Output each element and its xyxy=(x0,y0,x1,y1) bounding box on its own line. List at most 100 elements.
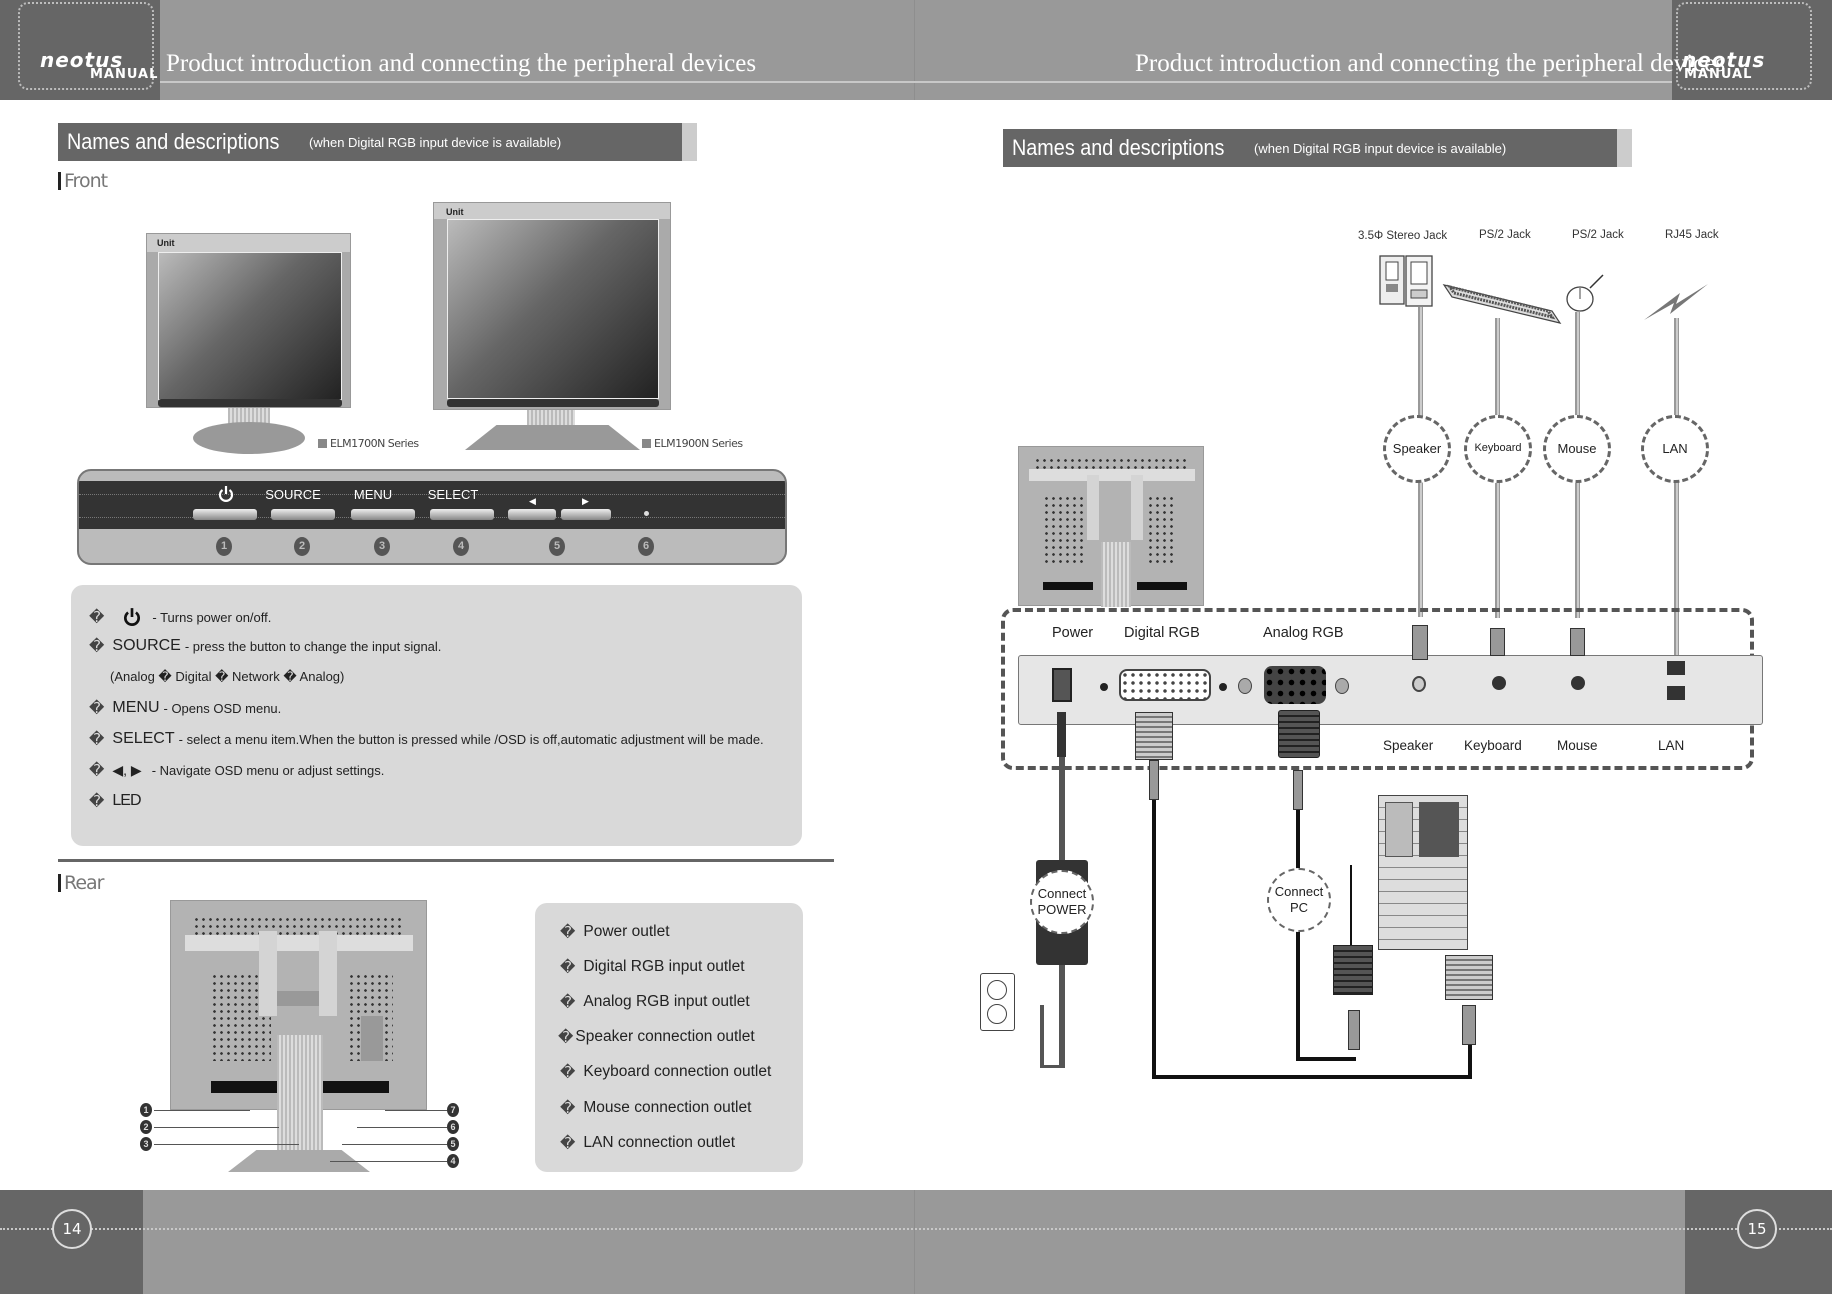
select-button[interactable] xyxy=(430,509,494,520)
monitor-base xyxy=(465,425,640,450)
rear-desc-row: � Analog RGB input outlet xyxy=(560,993,750,1011)
callout-line xyxy=(154,1110,250,1111)
led-indicator xyxy=(644,511,649,516)
monitor-base xyxy=(193,422,305,454)
desc-row-source: � SOURCE - press the button to change th… xyxy=(89,637,442,655)
desc-row-power: � - Turns power on/off. xyxy=(89,608,272,626)
rear-callout-3: 3 xyxy=(140,1137,152,1151)
monitor-elm1700n-image: Unit xyxy=(146,233,351,408)
callout-number: 2 xyxy=(294,537,310,556)
callout-number: 6 xyxy=(638,537,654,556)
callout-line xyxy=(154,1127,279,1128)
jack-label-rj45: RJ45 Jack xyxy=(1665,229,1719,241)
port-label-mouse: Mouse xyxy=(1557,738,1598,753)
lan-port-1 xyxy=(1667,661,1685,675)
keyboard-port xyxy=(1492,676,1506,690)
menu-button[interactable] xyxy=(351,509,415,520)
front-label: Front xyxy=(58,172,108,191)
monitor-caption: ELM1900N Series xyxy=(642,437,743,450)
section-title: Names and descriptions xyxy=(67,129,280,154)
vga-cable xyxy=(1296,810,1300,1060)
port-label-keyboard: Keyboard xyxy=(1464,738,1522,753)
dvi-port xyxy=(1119,669,1211,701)
rear-desc-row: � Speaker connection outlet xyxy=(558,1028,755,1046)
speaker-icon xyxy=(1379,255,1433,307)
desc-row-select: � SELECT - select a menu item.When the b… xyxy=(89,730,764,748)
keyboard-icon xyxy=(1442,284,1562,324)
device-circle-speaker: Speaker xyxy=(1383,415,1451,483)
callout-number: 3 xyxy=(374,537,390,556)
callout-number: 1 xyxy=(216,537,232,556)
section-title-bar-left: Names and descriptions (when Digital RGB… xyxy=(58,123,682,161)
dvi-connector xyxy=(1135,712,1173,760)
mouse-icon xyxy=(1566,274,1604,312)
device-circle-lan: LAN xyxy=(1641,415,1709,483)
desc-row-arrows: � ◀, ▶ - Navigate OSD menu or adjust set… xyxy=(89,761,385,780)
port-label-digital-rgb: Digital RGB xyxy=(1124,625,1200,641)
page-footer xyxy=(0,1190,1832,1294)
left-button[interactable] xyxy=(508,509,556,520)
monitor-elm1900n-image: Unit xyxy=(433,202,671,410)
rear-desc-row: � LAN connection outlet xyxy=(560,1134,736,1152)
rear-desc-row: � Mouse connection outlet xyxy=(560,1099,752,1117)
monitor-brand: Unit xyxy=(157,238,175,248)
jack-label-stereo: 3.5Φ Stereo Jack xyxy=(1358,230,1448,242)
pc-tower-icon xyxy=(1378,795,1468,950)
callout-line xyxy=(342,1144,447,1145)
section-bar-tail xyxy=(1617,129,1632,167)
dvi-plug xyxy=(1149,760,1159,800)
jack-label-ps2-mouse: PS/2 Jack xyxy=(1572,229,1624,241)
page-number-left: 14 xyxy=(52,1209,92,1249)
header-title-right: Product introduction and connecting the … xyxy=(1135,50,1726,77)
rear-callout-1: 1 xyxy=(140,1103,152,1117)
vga-plug xyxy=(1293,770,1303,810)
right-button[interactable] xyxy=(561,509,611,520)
device-circle-keyboard: Keyboard xyxy=(1464,415,1532,483)
port-label-power: Power xyxy=(1052,625,1094,641)
footer-spine xyxy=(914,1190,915,1294)
pc-vga-connector xyxy=(1333,945,1373,995)
device-circle-mouse: Mouse xyxy=(1543,415,1611,483)
desc-row-led: � LED xyxy=(89,792,142,810)
rear-callout-2: 2 xyxy=(140,1120,152,1134)
keyboard-plug xyxy=(1490,628,1505,656)
rear-desc-row: � Keyboard connection outlet xyxy=(560,1063,772,1081)
rear-callout-7: 7 xyxy=(447,1103,459,1117)
connect-pc-circle: Connect PC xyxy=(1267,868,1331,932)
section-bar-tail xyxy=(682,123,697,161)
callout-line xyxy=(330,1161,447,1162)
power-button[interactable] xyxy=(193,509,257,520)
power-icon xyxy=(218,486,234,502)
monitor-caption: ELM1700N Series xyxy=(318,437,419,450)
power-port xyxy=(1052,668,1072,702)
desc-row-source-cycle: (Analog � Digital � Network � Analog) xyxy=(110,669,345,684)
vga-port xyxy=(1264,666,1326,704)
monitor-brand: Unit xyxy=(446,207,464,217)
speaker-port xyxy=(1412,676,1426,692)
select-label: SELECT xyxy=(427,487,479,502)
source-button[interactable] xyxy=(271,509,335,520)
arrow-right-icon: ▶ xyxy=(582,496,589,506)
rear-label: Rear xyxy=(58,874,104,893)
callout-number: 4 xyxy=(453,537,469,556)
front-description-box: � - Turns power on/off. � SOURCE - press… xyxy=(71,585,802,846)
connect-power-circle: Connect POWER xyxy=(1030,870,1094,934)
rear-callout-6: 6 xyxy=(447,1120,459,1134)
front-control-panel: SOURCE MENU SELECT ◀ ▶ 1 2 3 4 5 6 xyxy=(77,469,787,565)
header-rule xyxy=(0,81,1832,83)
callout-line xyxy=(385,1110,447,1111)
page-spine xyxy=(914,0,915,100)
lan-cable xyxy=(1674,318,1679,658)
vga-connector xyxy=(1278,710,1320,758)
callout-line xyxy=(357,1127,447,1128)
wall-outlet-icon xyxy=(980,973,1015,1031)
connector-panel xyxy=(1018,655,1763,725)
rear-callout-4: 4 xyxy=(447,1154,459,1168)
power-icon xyxy=(124,608,141,626)
pc-dvi-plug xyxy=(1462,1005,1476,1045)
rear-desc-row: � Digital RGB input outlet xyxy=(560,958,745,976)
port-label-speaker: Speaker xyxy=(1383,738,1434,753)
lightning-icon xyxy=(1644,284,1708,320)
logo-left: neotus MANUAL xyxy=(0,0,160,100)
rear-callout-5: 5 xyxy=(447,1137,459,1151)
